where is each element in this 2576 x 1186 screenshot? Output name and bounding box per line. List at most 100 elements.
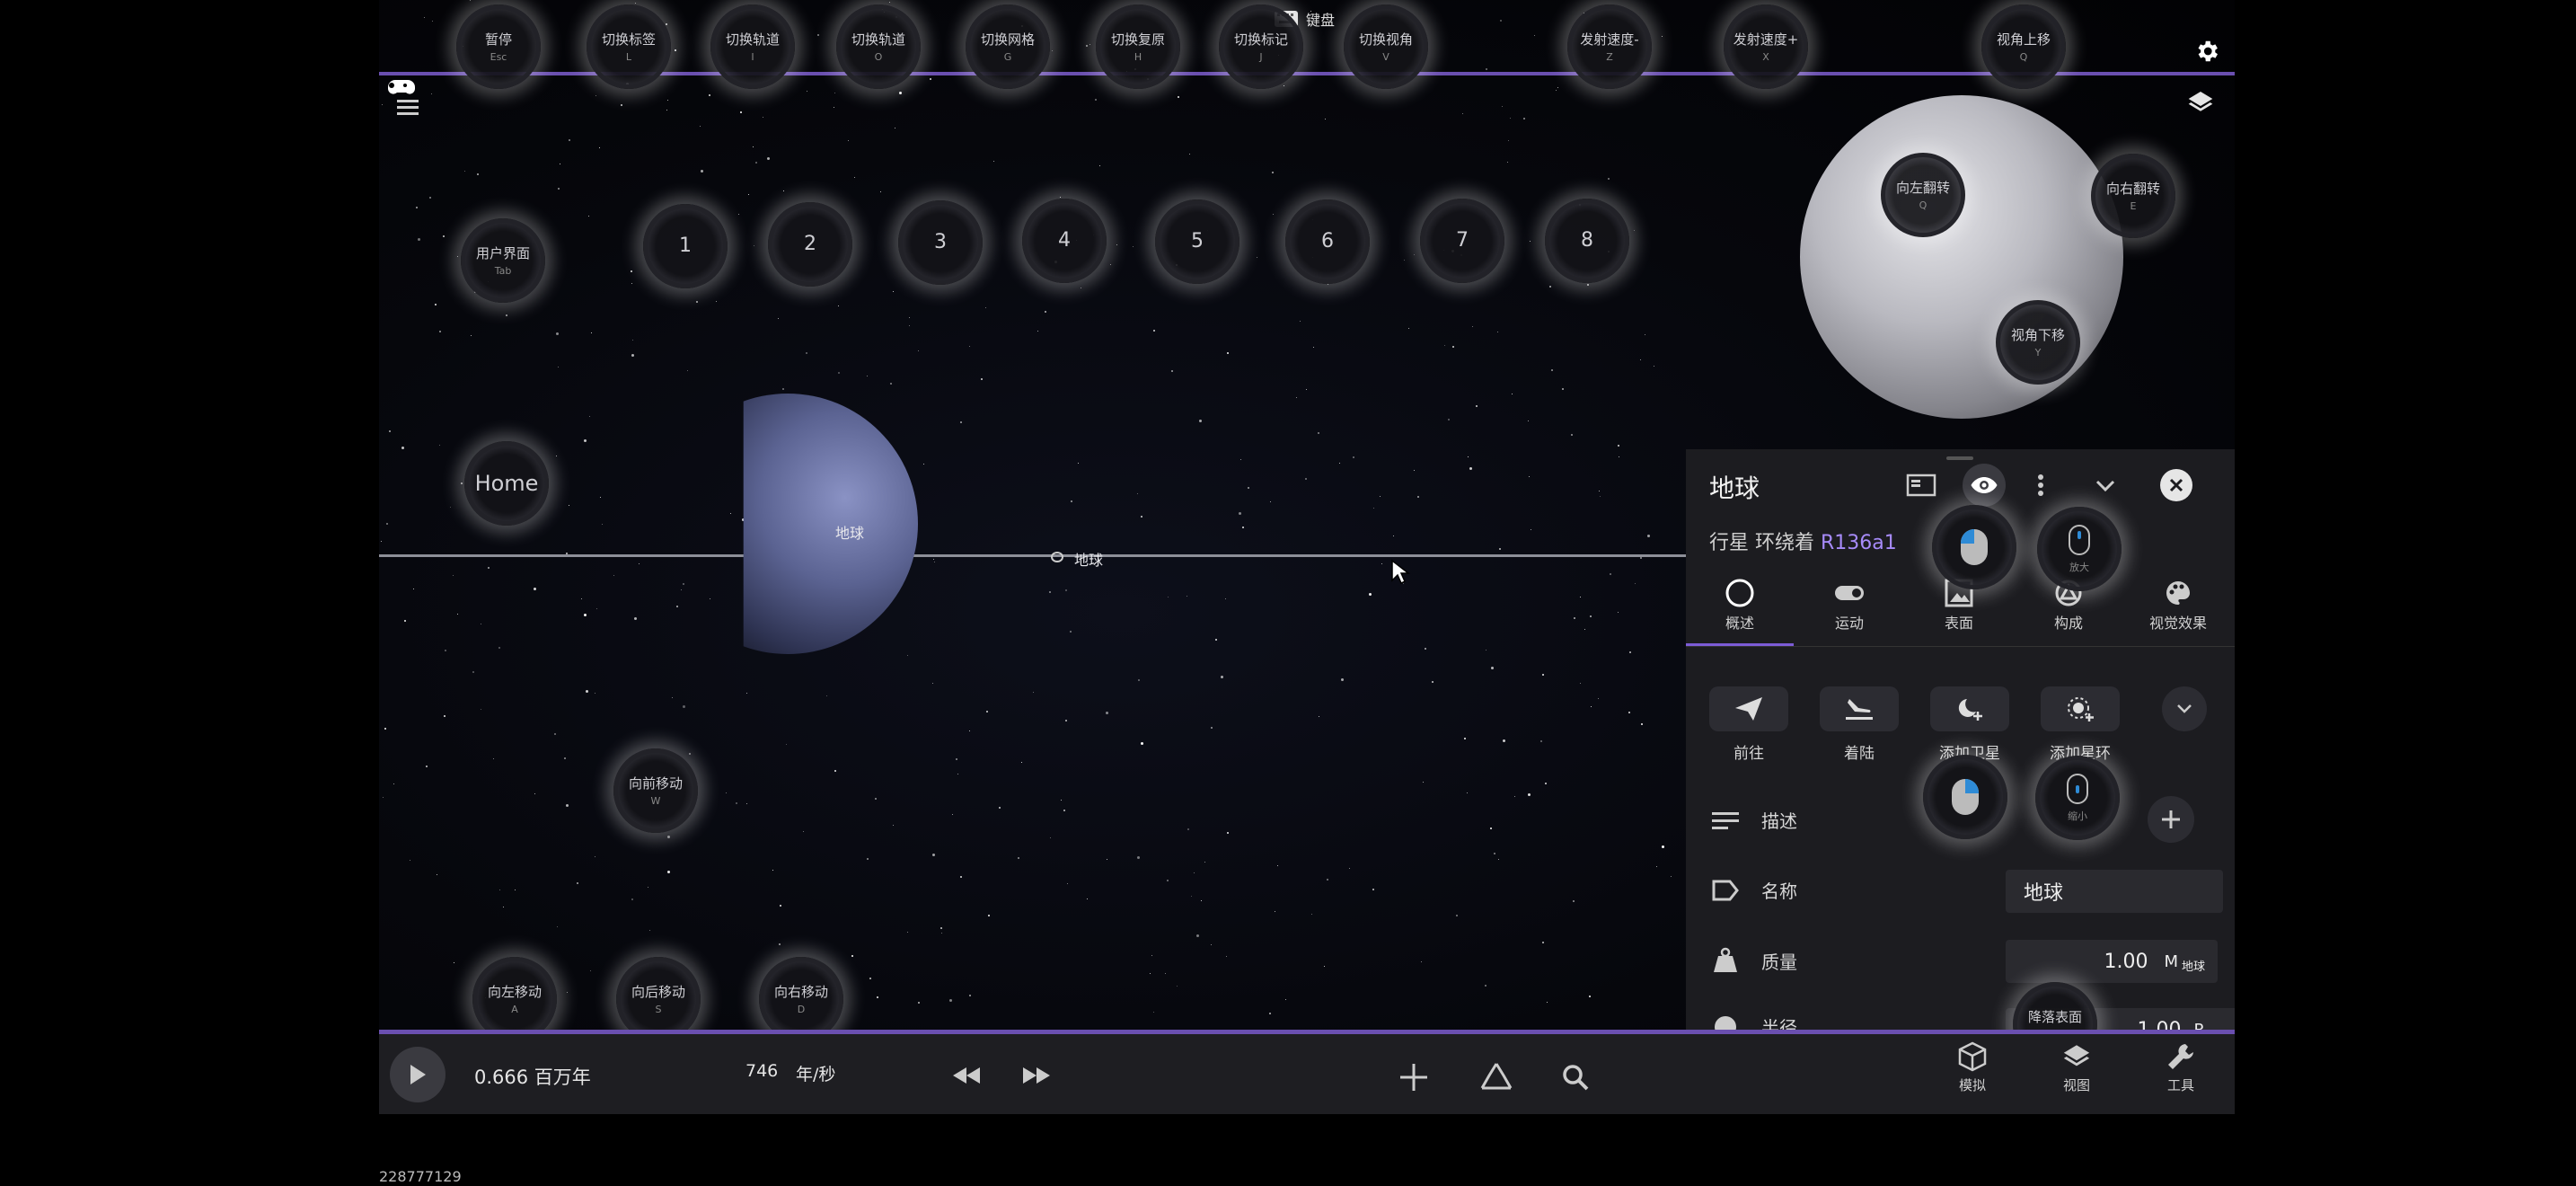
key-toggle-view[interactable]: 切换视角 V — [1344, 4, 1428, 89]
key-number-7[interactable]: 7 — [1420, 199, 1504, 283]
key-hint: L — [625, 50, 632, 63]
star — [960, 876, 962, 878]
add-object-button[interactable] — [1394, 1058, 1434, 1097]
more-actions-button[interactable] — [2162, 686, 2207, 731]
star — [1528, 793, 1531, 796]
panel-layout-button[interactable] — [1903, 471, 1939, 500]
star — [1239, 512, 1241, 515]
star — [726, 792, 727, 793]
parent-star-link[interactable]: R136a1 — [1821, 532, 1897, 554]
star — [1542, 942, 1544, 943]
collapse-panel-button[interactable] — [2090, 471, 2121, 501]
key-view-down[interactable]: 视角下移 Y — [1996, 300, 2080, 385]
star — [488, 567, 490, 569]
star — [1070, 631, 1072, 633]
star — [1306, 389, 1307, 390]
tab-motion[interactable]: 运动 — [1795, 575, 1903, 633]
fast-forward-button[interactable] — [1019, 1058, 1054, 1093]
mouse-left-overlay[interactable] — [1932, 505, 2016, 589]
key-home[interactable]: Home — [464, 441, 549, 526]
game-viewport[interactable]: 键盘 暂停 Esc 切换标签 L 切换轨道 I 切换轨道 O 切换网格 G 切换复原 H 切… — [379, 0, 2235, 1114]
earth-planet[interactable] — [743, 394, 918, 654]
key-view-up[interactable]: 视角上移 Q — [1981, 4, 2066, 89]
palette-icon — [2166, 581, 2190, 605]
star — [590, 970, 591, 971]
star — [826, 695, 827, 696]
menu-simulation[interactable]: 模拟 — [1944, 1041, 2001, 1094]
play-icon — [410, 1065, 426, 1084]
star — [1204, 862, 1205, 863]
star — [1153, 330, 1155, 332]
star — [444, 715, 446, 717]
menu-tools[interactable]: 工具 — [2152, 1041, 2210, 1094]
star — [1248, 487, 1249, 489]
key-user-interface[interactable]: 用户界面 Tab — [461, 218, 545, 303]
key-number-2[interactable]: 2 — [768, 202, 852, 287]
tab-visual-effects[interactable]: 视觉效果 — [2124, 575, 2232, 633]
star — [1296, 397, 1297, 398]
mouse-zoom-out-overlay[interactable]: 缩小 — [2035, 756, 2120, 840]
mouse-right-overlay[interactable] — [1923, 755, 2007, 839]
earth-orbit-marker[interactable] — [1051, 552, 1063, 562]
key-number-3[interactable]: 3 — [898, 200, 983, 285]
search-button[interactable] — [1556, 1058, 1595, 1097]
describe-row[interactable]: 描述 — [1709, 807, 1797, 833]
earth-orbit-label[interactable]: 地球 — [1074, 548, 1103, 570]
radius-icon — [1715, 1015, 1736, 1030]
action-add-satellite[interactable]: 添加卫星 — [1929, 686, 2010, 763]
key-toggle-labels[interactable]: 切换标签 L — [587, 4, 671, 89]
star — [1045, 311, 1046, 313]
key-move-back[interactable]: 向后移动 S — [616, 957, 701, 1041]
key-toggle-grid[interactable]: 切换网格 G — [966, 4, 1050, 89]
key-move-right[interactable]: 向右移动 D — [759, 957, 843, 1041]
key-toggle-reset[interactable]: 切换复原 H — [1096, 4, 1180, 89]
visibility-toggle[interactable] — [1963, 464, 2006, 507]
key-launch-speed-down[interactable]: 发射速度- Z — [1567, 4, 1652, 89]
key-hint: E — [2130, 199, 2137, 212]
layers-button[interactable] — [2184, 86, 2217, 119]
recycle-button[interactable] — [1475, 1058, 1518, 1097]
mass-field[interactable]: 1.00 M 地球 — [2006, 940, 2218, 983]
name-field[interactable]: 地球 — [2006, 870, 2223, 913]
tab-overview[interactable]: 概述 — [1686, 575, 1794, 633]
key-number-5[interactable]: 5 — [1155, 199, 1239, 284]
action-add-ring[interactable]: 添加星环 — [2040, 686, 2121, 763]
action-land[interactable]: 着陆 — [1819, 686, 1900, 763]
star — [1671, 876, 1672, 877]
star — [1372, 889, 1374, 890]
moon-planet[interactable] — [1800, 95, 2123, 419]
key-rotate-right[interactable]: 向右翻转 E — [2091, 154, 2175, 238]
play-button[interactable] — [390, 1047, 446, 1102]
gamepad-menu-button[interactable] — [381, 74, 422, 119]
key-rotate-left[interactable]: 向左翻转 Q — [1881, 153, 1965, 237]
key-pause[interactable]: 暂停 Esc — [456, 4, 541, 89]
key-toggle-orbit-i[interactable]: 切换轨道 I — [710, 4, 795, 89]
settings-button[interactable] — [2192, 36, 2222, 66]
key-move-left[interactable]: 向左移动 A — [472, 957, 557, 1041]
star — [1211, 727, 1213, 729]
star — [1050, 837, 1051, 838]
key-number-1[interactable]: 1 — [643, 204, 728, 288]
close-panel-button[interactable] — [2160, 469, 2192, 501]
key-number-8[interactable]: 8 — [1545, 199, 1629, 283]
menu-view[interactable]: 视图 — [2048, 1041, 2105, 1094]
star — [1095, 99, 1097, 101]
star — [907, 655, 908, 656]
key-toggle-markers[interactable]: 切换标记 J — [1219, 4, 1303, 89]
more-options-button[interactable] — [2027, 469, 2054, 501]
key-number-6[interactable]: 6 — [1285, 199, 1370, 284]
key-number-4[interactable]: 4 — [1022, 199, 1107, 283]
star — [445, 650, 446, 651]
star — [1467, 792, 1468, 793]
star — [1311, 914, 1312, 915]
action-goto[interactable]: 前往 — [1708, 686, 1789, 763]
add-description-button[interactable] — [2148, 796, 2194, 843]
key-move-forward[interactable]: 向前移动 W — [613, 748, 698, 833]
earth-label[interactable]: 地球 — [835, 521, 864, 543]
panel-drag-handle[interactable] — [1946, 456, 1973, 460]
key-toggle-orbit-o[interactable]: 切换轨道 O — [836, 4, 921, 89]
key-launch-speed-up[interactable]: 发射速度+ X — [1724, 4, 1808, 89]
mouse-zoom-in-overlay[interactable]: 放大 — [2037, 507, 2122, 591]
rewind-button[interactable] — [948, 1058, 984, 1093]
star — [1421, 961, 1422, 962]
